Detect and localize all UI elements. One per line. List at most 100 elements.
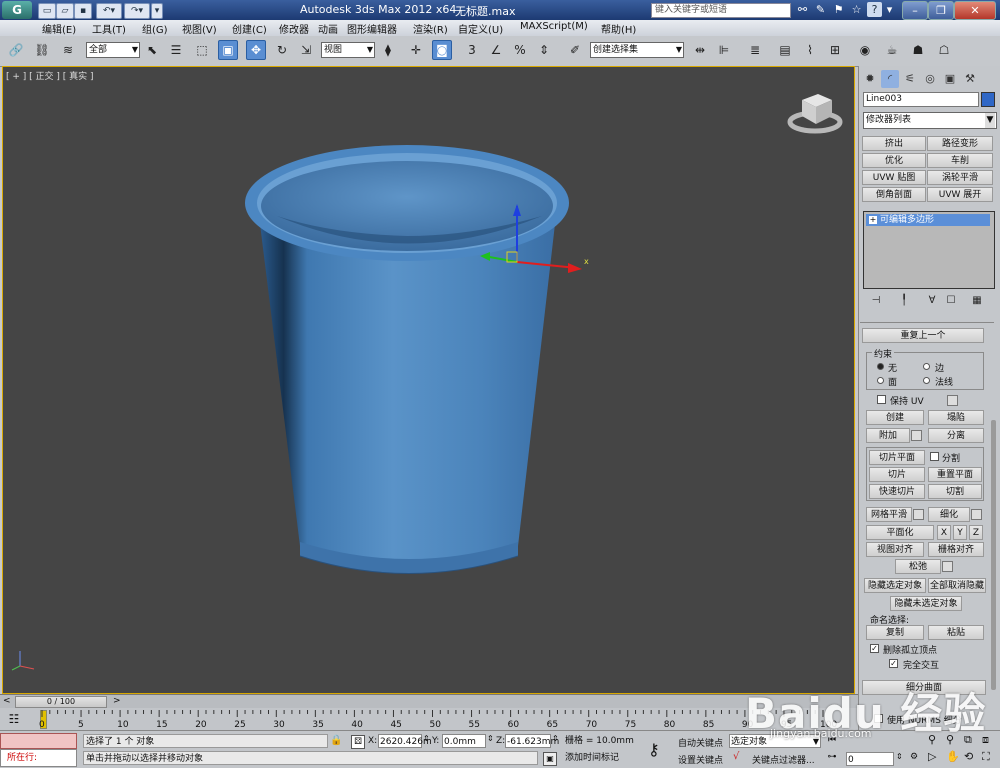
command-panel-scrollbar[interactable]: [991, 420, 996, 690]
split-checkbox[interactable]: [930, 452, 939, 461]
new-file-icon[interactable]: ▭: [38, 3, 56, 19]
key-mode-icon[interactable]: ⊶: [826, 752, 838, 764]
time-tag-icon[interactable]: ▣: [543, 752, 557, 766]
snaps-toggle-icon[interactable]: 3: [462, 40, 482, 60]
layer-manager-icon[interactable]: ≣: [745, 40, 765, 60]
named-selection-dropdown[interactable]: 创建选择集 ▼: [590, 42, 684, 58]
render-production-icon[interactable]: ☖: [934, 40, 954, 60]
help-dropdown-icon[interactable]: ▾: [882, 2, 897, 17]
relax-settings-icon[interactable]: [942, 561, 953, 572]
material-editor-icon[interactable]: ◉: [855, 40, 875, 60]
maxscript-listener[interactable]: [0, 733, 77, 749]
configure-sets-icon[interactable]: ▦: [970, 294, 984, 308]
menu-customize[interactable]: 自定义(U): [458, 21, 503, 36]
constraint-normal-radio[interactable]: [923, 377, 930, 384]
lathe-button[interactable]: 车削: [927, 153, 993, 168]
slice-button[interactable]: 切片: [869, 467, 925, 482]
time-configuration-icon[interactable]: ⚙: [908, 752, 920, 764]
quick-access-dropdown-icon[interactable]: ▾: [151, 3, 163, 19]
percent-snap-icon[interactable]: %: [510, 40, 530, 60]
orbit-icon[interactable]: ⟲: [964, 750, 973, 763]
path-deform-button[interactable]: 路径变形: [927, 136, 993, 151]
object-name-field[interactable]: Line003: [863, 92, 979, 107]
search-input[interactable]: 键入关键字或短语: [651, 3, 791, 18]
constraint-edge-radio[interactable]: [923, 363, 930, 370]
render-setup-icon[interactable]: ☕: [882, 40, 902, 60]
spinner-snap-icon[interactable]: ⇕: [534, 40, 554, 60]
rendered-frame-window-icon[interactable]: ☗: [908, 40, 928, 60]
make-unique-icon[interactable]: ∀: [925, 294, 939, 308]
z-spinner-icon[interactable]: ⇕: [552, 734, 559, 743]
edit-named-selection-icon[interactable]: ✐: [565, 40, 585, 60]
open-file-icon[interactable]: ▱: [56, 3, 74, 19]
subscription-icon[interactable]: ✎: [813, 2, 828, 17]
rectangular-selection-icon[interactable]: ⬚: [192, 40, 212, 60]
cut-button[interactable]: 切割: [928, 484, 982, 499]
cup-body[interactable]: [260, 224, 555, 566]
utilities-tab-icon[interactable]: ⚒: [961, 70, 979, 88]
frame-spinner-icon[interactable]: ⇕: [896, 752, 903, 761]
transform-type-in-icon[interactable]: ⚄: [351, 735, 365, 749]
window-crossing-icon[interactable]: ▣: [218, 40, 238, 60]
menu-edit[interactable]: 编辑(E): [42, 21, 76, 36]
communication-center-icon[interactable]: ⚑: [831, 2, 846, 17]
menu-group[interactable]: 组(G): [142, 21, 168, 36]
menu-modifiers[interactable]: 修改器: [279, 21, 309, 36]
tessellate-settings-icon[interactable]: [971, 509, 982, 520]
make-planar-button[interactable]: 平面化: [866, 525, 934, 540]
menu-graph-editors[interactable]: 图形编辑器: [347, 21, 397, 36]
reference-coordinate-dropdown[interactable]: 视图 ▼: [321, 42, 375, 58]
set-key-button[interactable]: 设置关键点: [678, 753, 723, 766]
preserve-uv-checkbox[interactable]: [877, 395, 886, 404]
menu-create[interactable]: 创建(C): [232, 21, 267, 36]
optimize-button[interactable]: 优化: [862, 153, 926, 168]
selection-filter-dropdown[interactable]: 全部 ▼: [86, 42, 140, 58]
motion-tab-icon[interactable]: ◎: [921, 70, 939, 88]
z-coord-field[interactable]: -61.623mm: [505, 734, 559, 748]
unlink-icon[interactable]: ⛓: [32, 40, 52, 60]
delete-isolated-checkbox[interactable]: ✓: [870, 644, 879, 653]
menu-rendering[interactable]: 渲染(R): [413, 21, 448, 36]
use-pivot-center-icon[interactable]: ⧫: [378, 40, 398, 60]
collapse-button[interactable]: 塌陷: [928, 410, 984, 425]
field-of-view-icon[interactable]: ▷: [928, 750, 936, 763]
unwrap-uvw-button[interactable]: UVW 展开: [927, 187, 993, 202]
create-tab-icon[interactable]: ✹: [861, 70, 879, 88]
bind-to-space-warp-icon[interactable]: ≋: [58, 40, 78, 60]
tessellate-button[interactable]: 细化: [928, 507, 970, 522]
pin-stack-icon[interactable]: ⊣: [869, 294, 883, 308]
help-icon[interactable]: ?: [867, 2, 882, 17]
uvw-map-button[interactable]: UVW 贴图: [862, 170, 926, 185]
time-slider-next-icon[interactable]: >: [113, 696, 121, 706]
time-slider-track[interactable]: [0, 694, 858, 709]
make-planar-y-button[interactable]: Y: [953, 525, 967, 540]
time-slider-prev-icon[interactable]: <: [3, 696, 11, 706]
unhide-all-button[interactable]: 全部取消隐藏: [928, 578, 986, 593]
constraint-none-radio[interactable]: [877, 363, 884, 370]
auto-key-button[interactable]: 自动关键点: [678, 736, 723, 749]
expand-icon[interactable]: +: [869, 216, 877, 224]
select-and-move-icon[interactable]: ✥: [246, 40, 266, 60]
meshsmooth-button[interactable]: 网格平滑: [866, 507, 912, 522]
pan-view-icon[interactable]: ✋: [946, 750, 960, 763]
graphite-ribbon-icon[interactable]: ▤: [775, 40, 795, 60]
app-logo-icon[interactable]: G: [2, 1, 32, 19]
slice-plane-button[interactable]: 切片平面: [869, 450, 925, 465]
redo-icon[interactable]: ↷▾: [124, 3, 150, 19]
select-by-name-icon[interactable]: ☰: [166, 40, 186, 60]
x-spinner-icon[interactable]: ⇕: [423, 734, 430, 743]
minimize-button[interactable]: –: [902, 1, 928, 20]
modify-tab-icon[interactable]: ◜: [881, 70, 899, 88]
mirror-icon[interactable]: ⇹: [690, 40, 710, 60]
select-and-scale-icon[interactable]: ⇲: [296, 40, 316, 60]
save-file-icon[interactable]: ▪: [74, 3, 92, 19]
current-frame-field[interactable]: 0: [846, 752, 894, 766]
reset-plane-button[interactable]: 重置平面: [928, 467, 982, 482]
select-and-link-icon[interactable]: 🔗: [6, 40, 26, 60]
y-spinner-icon[interactable]: ⇕: [487, 734, 494, 743]
copy-button[interactable]: 复制: [866, 625, 924, 640]
detach-button[interactable]: 分离: [928, 428, 984, 443]
make-planar-z-button[interactable]: Z: [969, 525, 983, 540]
select-and-manipulate-icon[interactable]: ✛: [406, 40, 426, 60]
view-align-button[interactable]: 视图对齐: [866, 542, 924, 557]
